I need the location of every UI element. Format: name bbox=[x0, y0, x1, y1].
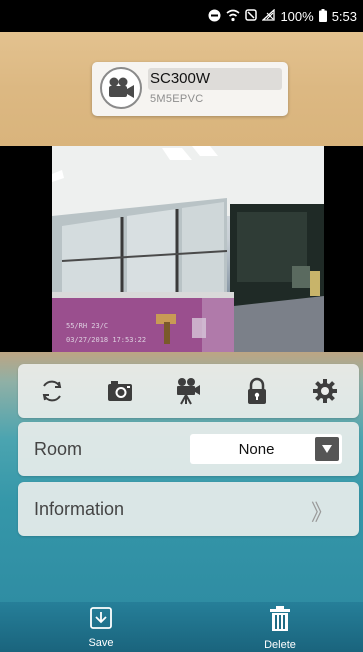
battery-icon bbox=[318, 8, 327, 24]
save-label: Save bbox=[88, 637, 114, 649]
video-feed-area[interactable]: 55/RH 23/C 03/27/2018 17:53:22 bbox=[0, 146, 363, 352]
information-label: Information bbox=[34, 498, 125, 519]
save-icon bbox=[89, 606, 113, 635]
snapshot-camera-icon[interactable] bbox=[100, 371, 140, 411]
no-signal-icon bbox=[261, 8, 276, 23]
video-osd-timestamp: 03/27/2018 17:53:22 bbox=[66, 336, 147, 344]
header: SC300W 5M5EPVC bbox=[0, 32, 363, 146]
video-osd-sensor: 55/RH 23/C bbox=[66, 322, 109, 330]
save-button[interactable]: Save bbox=[71, 606, 131, 652]
video-feed[interactable]: 55/RH 23/C 03/27/2018 17:53:22 bbox=[52, 146, 324, 352]
trash-icon bbox=[269, 606, 291, 637]
status-time: 5:53 bbox=[331, 8, 357, 24]
camera-name[interactable]: SC300W bbox=[148, 68, 282, 90]
delete-button[interactable]: Delete bbox=[250, 606, 310, 652]
settings-gear-icon[interactable] bbox=[305, 371, 345, 411]
camera-toolbar bbox=[18, 364, 359, 418]
bottom-action-bar: Save Delete bbox=[0, 602, 363, 652]
wifi-icon bbox=[226, 9, 240, 24]
lock-icon[interactable] bbox=[237, 371, 277, 411]
chevron-right-icon: 》 bbox=[310, 501, 333, 526]
video-camera-icon bbox=[100, 67, 142, 109]
room-select[interactable]: None bbox=[190, 434, 342, 464]
nfc-icon bbox=[245, 9, 258, 23]
information-row[interactable]: Information 》 bbox=[18, 482, 359, 536]
control-panel: Room None Information 》 bbox=[0, 352, 363, 602]
dropdown-arrow-icon[interactable] bbox=[315, 437, 339, 461]
delete-label: Delete bbox=[264, 639, 296, 651]
room-label: Room bbox=[34, 438, 83, 459]
refresh-icon[interactable] bbox=[32, 371, 72, 411]
status-bar: 100% 5:53 bbox=[0, 0, 363, 32]
camera-card[interactable]: SC300W 5M5EPVC bbox=[92, 62, 288, 116]
do-not-disturb-icon bbox=[208, 9, 221, 24]
camera-id: 5M5EPVC bbox=[150, 93, 204, 105]
battery-percentage: 100% bbox=[280, 8, 314, 24]
room-selected-value: None bbox=[238, 440, 275, 458]
room-row: Room None bbox=[18, 422, 359, 476]
record-video-icon[interactable] bbox=[168, 371, 208, 411]
